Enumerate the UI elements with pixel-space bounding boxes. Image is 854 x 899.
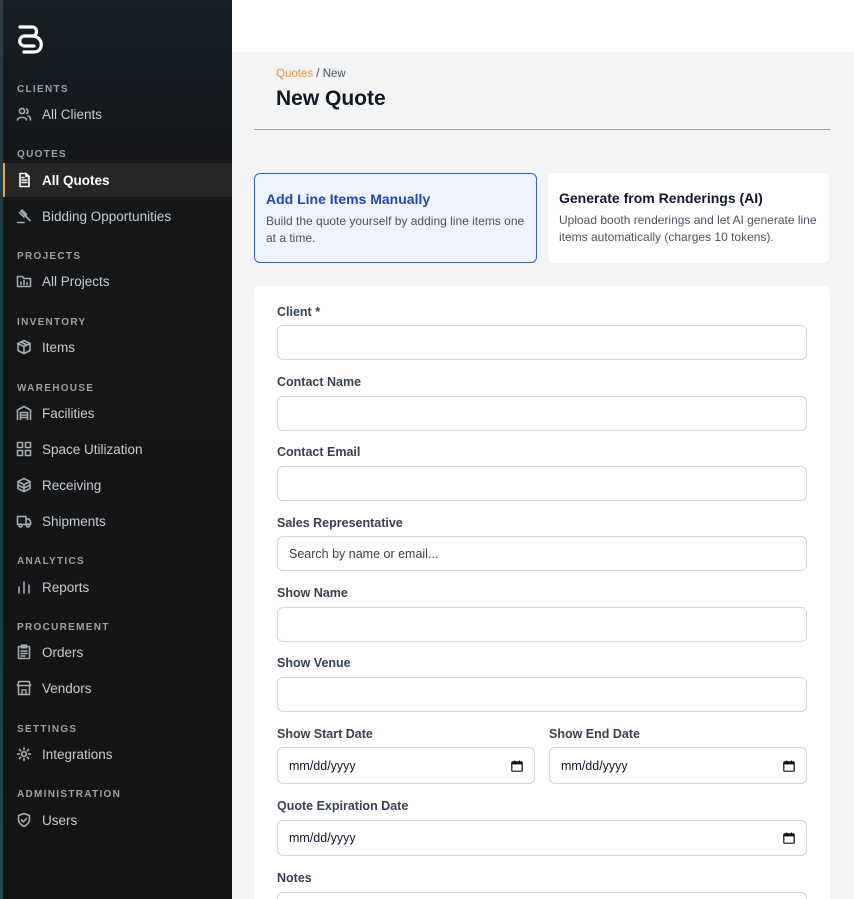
sidebar-item-label: Bidding Opportunities [42, 208, 172, 224]
box-icon [16, 339, 32, 355]
client-label: Client * [277, 305, 321, 319]
notes-label: Notes [277, 871, 312, 885]
sales-rep-placeholder: Search by name or email... [289, 546, 439, 561]
sidebar-item-label: Orders [42, 644, 84, 660]
section-label-warehouse: WAREHOUSE [17, 383, 95, 394]
sidebar-item-facilities[interactable]: Facilities [3, 396, 232, 430]
date-placeholder: mm/dd/yyyy [289, 758, 356, 773]
show-venue-field[interactable] [277, 677, 807, 712]
sidebar-item-receiving[interactable]: Receiving [3, 468, 232, 502]
show-name-label: Show Name [277, 586, 348, 600]
quote-expiration-label: Quote Expiration Date [277, 799, 409, 813]
sidebar-item-label: Reports [42, 579, 90, 595]
document-icon [16, 172, 32, 188]
sidebar-item-integrations[interactable]: Integrations [3, 737, 232, 771]
store-icon [16, 680, 32, 696]
page-title: New Quote [276, 87, 386, 110]
mode-card-title: Add Line Items Manually [266, 191, 431, 207]
breadcrumb-link-quotes[interactable]: Quotes [276, 68, 313, 80]
sidebar-item-label: Users [42, 812, 78, 828]
sidebar-item-label: Facilities [42, 405, 95, 421]
sidebar-item-users[interactable]: Users [3, 803, 232, 837]
folder-chart-icon [16, 273, 32, 289]
clipboard-icon [16, 644, 32, 660]
truck-icon [16, 513, 32, 529]
sidebar-item-all-quotes[interactable]: All Quotes [3, 163, 232, 197]
top-bar [232, 0, 854, 52]
section-label-settings: SETTINGS [17, 724, 78, 735]
sidebar-item-bidding-opportunities[interactable]: Bidding Opportunities [3, 199, 232, 233]
contact-email-field[interactable] [277, 466, 807, 501]
section-label-projects: PROJECTS [17, 251, 82, 262]
show-name-field[interactable] [277, 607, 807, 642]
breadcrumb: Quotes / New [276, 68, 346, 80]
sidebar-item-orders[interactable]: Orders [3, 635, 232, 669]
section-label-analytics: ANALYTICS [17, 556, 86, 567]
show-end-date-input[interactable]: mm/dd/yyyy [549, 747, 807, 784]
date-placeholder: mm/dd/yyyy [561, 758, 628, 773]
mode-card-title: Generate from Renderings (AI) [559, 190, 763, 206]
notes-textarea[interactable] [277, 892, 807, 899]
section-label-quotes: QUOTES [17, 149, 68, 160]
show-start-date-input[interactable]: mm/dd/yyyy [277, 747, 535, 784]
bar-chart-icon [16, 579, 32, 595]
gear-icon [16, 746, 32, 762]
mode-card-description: Build the quote yourself by adding line … [266, 214, 525, 245]
sidebar-item-label: All Projects [42, 273, 110, 289]
grid-icon [16, 441, 32, 457]
section-label-administration: ADMINISTRATION [17, 789, 122, 800]
sidebar-item-label: Receiving [42, 477, 102, 493]
contact-name-field[interactable] [277, 396, 807, 431]
boxes-icon [16, 477, 32, 493]
sidebar-item-label: Integrations [42, 746, 113, 762]
shield-icon [16, 812, 32, 828]
sidebar-item-all-clients[interactable]: All Clients [3, 97, 232, 131]
sidebar-item-label: All Quotes [42, 172, 110, 188]
sidebar-item-label: Items [42, 339, 76, 355]
show-venue-label: Show Venue [277, 656, 351, 670]
client-field[interactable] [277, 325, 807, 360]
brand-logo[interactable] [16, 22, 48, 56]
sidebar-item-all-projects[interactable]: All Projects [3, 264, 232, 298]
mode-card-ai[interactable]: Generate from Renderings (AI) Upload boo… [548, 173, 829, 263]
warehouse-icon [16, 405, 32, 421]
contact-email-label: Contact Email [277, 445, 361, 459]
sidebar-item-reports[interactable]: Reports [3, 570, 232, 604]
breadcrumb-separator: / [316, 68, 320, 80]
sidebar-item-vendors[interactable]: Vendors [3, 671, 232, 705]
calendar-icon[interactable] [783, 832, 795, 844]
section-label-clients: CLIENTS [17, 84, 69, 95]
sidebar-item-space-utilization[interactable]: Space Utilization [3, 432, 232, 466]
section-label-procurement: PROCUREMENT [17, 622, 110, 633]
users-icon [16, 106, 32, 122]
sidebar-item-label: All Clients [42, 106, 103, 122]
divider [254, 129, 830, 130]
show-start-date-label: Show Start Date [277, 727, 373, 741]
contact-name-label: Contact Name [277, 375, 362, 389]
breadcrumb-current: New [322, 68, 346, 80]
quote-expiration-date-input[interactable]: mm/dd/yyyy [277, 820, 807, 856]
gavel-icon [16, 208, 32, 224]
sidebar-item-shipments[interactable]: Shipments [3, 504, 232, 538]
calendar-icon[interactable] [511, 760, 523, 772]
sidebar-item-label: Shipments [42, 513, 106, 529]
sidebar-item-items[interactable]: Items [3, 330, 232, 364]
sidebar: CLIENTS All Clients QUOTES All Quotes Bi… [0, 0, 232, 899]
section-label-inventory: INVENTORY [17, 317, 87, 328]
sales-rep-search-input[interactable]: Search by name or email... [277, 536, 807, 571]
date-placeholder: mm/dd/yyyy [289, 831, 356, 845]
mode-card-manual[interactable]: Add Line Items Manually Build the quote … [254, 173, 537, 263]
sidebar-item-label: Space Utilization [42, 441, 143, 457]
mode-card-description: Upload booth renderings and let AI gener… [559, 213, 817, 244]
sales-rep-label: Sales Representative [277, 516, 403, 530]
calendar-icon[interactable] [783, 760, 795, 772]
show-end-date-label: Show End Date [549, 727, 640, 741]
sidebar-item-label: Vendors [42, 680, 92, 696]
